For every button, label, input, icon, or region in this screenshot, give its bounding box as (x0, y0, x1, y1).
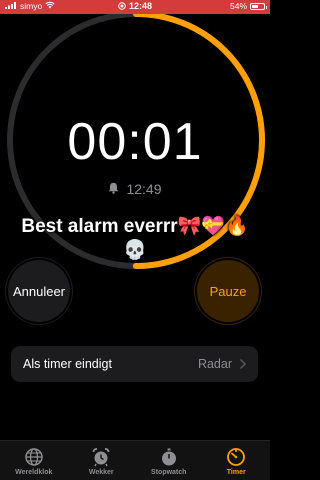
when-timer-ends-value: Radar (197, 357, 232, 371)
tab-label: Wereldklok (15, 469, 53, 476)
status-right: 54% (229, 1, 267, 11)
chevron-right-icon (240, 357, 247, 372)
battery-icon (250, 2, 267, 10)
when-timer-ends-label: Als timer eindigt (23, 357, 112, 371)
when-timer-ends-row[interactable]: Als timer eindigt Radar (11, 346, 258, 382)
cancel-button[interactable]: Annuleer (8, 260, 70, 322)
tab-bar: Wereldklok Wekker Stopwatch Timer (0, 440, 270, 480)
cancel-button-label: Annuleer (12, 283, 66, 299)
tab-stopwatch[interactable]: Stopwatch (135, 441, 203, 480)
pause-button-label: Pauze (209, 283, 247, 299)
end-time-label: 12:49 (126, 181, 162, 197)
pause-button[interactable]: Pauze (197, 260, 259, 322)
stopwatch-icon (159, 447, 179, 467)
bell-icon (108, 181, 119, 197)
alarm-clock-icon (91, 447, 111, 467)
battery-percent: 54% (229, 1, 247, 11)
globe-icon (24, 447, 44, 467)
clock-time: 12:48 (128, 1, 153, 11)
timer-remaining: 00:01 (67, 113, 203, 171)
overlay-caption: Best alarm everrr🎀💝🔥 💀 (10, 215, 260, 263)
battery-fill (252, 4, 258, 8)
tab-timer[interactable]: Timer (203, 441, 271, 480)
tab-label: Wekker (88, 469, 114, 476)
caption-line-1: Best alarm everrr🎀💝🔥 (21, 216, 249, 237)
timer-icon (226, 447, 246, 467)
timer-end-time: 12:49 (0, 181, 270, 197)
tab-label: Stopwatch (151, 469, 187, 476)
status-bar: simyo 12:48 54% (0, 0, 270, 14)
tab-label: Timer (226, 469, 246, 476)
tab-world-clock[interactable]: Wereldklok (0, 441, 68, 480)
tab-alarm[interactable]: Wekker (68, 441, 136, 480)
timer-screen: simyo 12:48 54% 00:01 12:49 Best alarm e… (0, 0, 270, 480)
record-icon (118, 2, 126, 12)
